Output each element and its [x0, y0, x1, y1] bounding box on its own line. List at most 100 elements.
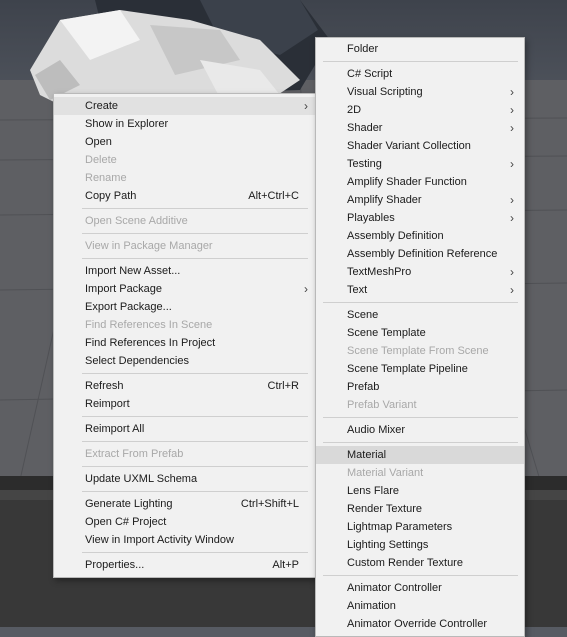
menu-item-properties[interactable]: Properties... Alt+P [54, 556, 318, 574]
submenu-arrow-icon: › [510, 265, 514, 279]
menu-separator [82, 441, 308, 442]
menu-item-label: Animation [347, 600, 396, 612]
create-item-textmeshpro[interactable]: TextMeshPro › [316, 263, 524, 281]
menu-item-copy-path[interactable]: Copy Path Alt+Ctrl+C [54, 187, 318, 205]
menu-item-extract-from-prefab: Extract From Prefab [54, 445, 318, 463]
menu-item-label: Animator Controller [347, 582, 442, 594]
menu-item-create[interactable]: Create › [54, 97, 318, 115]
create-item-custom-render-texture[interactable]: Custom Render Texture [316, 554, 524, 572]
menu-item-label: Scene Template Pipeline [347, 363, 468, 375]
menu-item-label: Open [85, 136, 112, 148]
create-item-amplify-shader-function[interactable]: Amplify Shader Function [316, 173, 524, 191]
submenu-arrow-icon: › [510, 103, 514, 117]
create-item-folder[interactable]: Folder [316, 40, 524, 58]
menu-item-find-references-in-scene: Find References In Scene [54, 316, 318, 334]
menu-item-label: Extract From Prefab [85, 448, 184, 460]
menu-item-label: Delete [85, 154, 117, 166]
menu-item-label: View in Package Manager [85, 240, 213, 252]
create-item-assembly-definition[interactable]: Assembly Definition [316, 227, 524, 245]
menu-separator [323, 302, 518, 303]
menu-item-rename: Rename [54, 169, 318, 187]
menu-item-label: Find References In Scene [85, 319, 213, 331]
create-item-shader-variant-collection[interactable]: Shader Variant Collection [316, 137, 524, 155]
menu-item-select-dependencies[interactable]: Select Dependencies [54, 352, 318, 370]
menu-separator [82, 552, 308, 553]
create-item-material[interactable]: Material [316, 446, 524, 464]
create-item-testing[interactable]: Testing › [316, 155, 524, 173]
create-item-assembly-definition-reference[interactable]: Assembly Definition Reference [316, 245, 524, 263]
menu-separator [82, 258, 308, 259]
menu-item-view-in-import-activity-window[interactable]: View in Import Activity Window [54, 531, 318, 549]
menu-item-label: Shader Variant Collection [347, 140, 471, 152]
menu-item-label: Custom Render Texture [347, 557, 463, 569]
create-item-visual-scripting[interactable]: Visual Scripting › [316, 83, 524, 101]
menu-item-label: Audio Mixer [347, 424, 406, 436]
menu-item-reimport-all[interactable]: Reimport All [54, 420, 318, 438]
menu-separator [323, 575, 518, 576]
create-item-prefab-variant: Prefab Variant [316, 396, 524, 414]
menu-item-label: Update UXML Schema [85, 473, 198, 485]
menu-separator [82, 466, 308, 467]
menu-separator [82, 233, 308, 234]
menu-item-label: Open Scene Additive [85, 215, 188, 227]
submenu-arrow-icon: › [510, 85, 514, 99]
menu-item-open[interactable]: Open [54, 133, 318, 151]
create-item-c-script[interactable]: C# Script [316, 65, 524, 83]
menu-item-label: Material [347, 449, 387, 461]
menu-item-label: Prefab [347, 381, 380, 393]
create-item-scene-template-pipeline[interactable]: Scene Template Pipeline [316, 360, 524, 378]
menu-separator [323, 61, 518, 62]
create-item-render-texture[interactable]: Render Texture [316, 500, 524, 518]
create-item-scene[interactable]: Scene [316, 306, 524, 324]
menu-item-reimport[interactable]: Reimport [54, 395, 318, 413]
menu-item-label: Reimport All [85, 423, 145, 435]
menu-item-label: View in Import Activity Window [85, 534, 234, 546]
create-item-scene-template[interactable]: Scene Template [316, 324, 524, 342]
menu-separator [82, 416, 308, 417]
menu-separator [82, 208, 308, 209]
menu-separator [323, 442, 518, 443]
shortcut-hint: Ctrl+Shift+L [240, 498, 299, 510]
create-item-animation[interactable]: Animation [316, 597, 524, 615]
menu-separator [82, 491, 308, 492]
shortcut-hint: Alt+P [272, 559, 299, 571]
create-item-prefab[interactable]: Prefab [316, 378, 524, 396]
menu-item-label: Select Dependencies [85, 355, 189, 367]
menu-item-label: Import Package [85, 283, 163, 295]
menu-separator [82, 373, 308, 374]
menu-item-generate-lighting[interactable]: Generate Lighting Ctrl+Shift+L [54, 495, 318, 513]
create-item-audio-mixer[interactable]: Audio Mixer [316, 421, 524, 439]
create-item-lightmap-parameters[interactable]: Lightmap Parameters [316, 518, 524, 536]
create-item-animator-override-controller[interactable]: Animator Override Controller [316, 615, 524, 633]
menu-item-label: Amplify Shader Function [347, 176, 467, 188]
menu-item-refresh[interactable]: Refresh Ctrl+R [54, 377, 318, 395]
menu-item-open-c-project[interactable]: Open C# Project [54, 513, 318, 531]
menu-item-label: Folder [347, 43, 379, 55]
menu-item-find-references-in-project[interactable]: Find References In Project [54, 334, 318, 352]
create-item-text[interactable]: Text › [316, 281, 524, 299]
menu-item-update-uxml-schema[interactable]: Update UXML Schema [54, 470, 318, 488]
menu-item-view-in-package-manager: View in Package Manager [54, 237, 318, 255]
menu-item-label: Visual Scripting [347, 86, 423, 98]
create-item-shader[interactable]: Shader › [316, 119, 524, 137]
menu-item-label: Playables [347, 212, 395, 224]
submenu-arrow-icon: › [510, 157, 514, 171]
create-item-playables[interactable]: Playables › [316, 209, 524, 227]
menu-item-delete: Delete [54, 151, 318, 169]
create-item-animator-controller[interactable]: Animator Controller [316, 579, 524, 597]
create-item-lens-flare[interactable]: Lens Flare [316, 482, 524, 500]
menu-item-show-in-explorer[interactable]: Show in Explorer [54, 115, 318, 133]
create-item-lighting-settings[interactable]: Lighting Settings [316, 536, 524, 554]
menu-item-label: TextMeshPro [347, 266, 412, 278]
menu-item-export-package[interactable]: Export Package... [54, 298, 318, 316]
create-item-amplify-shader[interactable]: Amplify Shader › [316, 191, 524, 209]
menu-item-label: Create [85, 100, 119, 112]
submenu-arrow-icon: › [510, 193, 514, 207]
menu-item-import-package[interactable]: Import Package › [54, 280, 318, 298]
menu-item-label: C# Script [347, 68, 393, 80]
create-submenu: Folder C# Script Visual Scripting › 2D › Shade… [315, 37, 525, 637]
menu-item-label: Generate Lighting [85, 498, 173, 510]
menu-item-import-new-asset[interactable]: Import New Asset... [54, 262, 318, 280]
menu-item-label: Scene Template [347, 327, 426, 339]
create-item-2d[interactable]: 2D › [316, 101, 524, 119]
